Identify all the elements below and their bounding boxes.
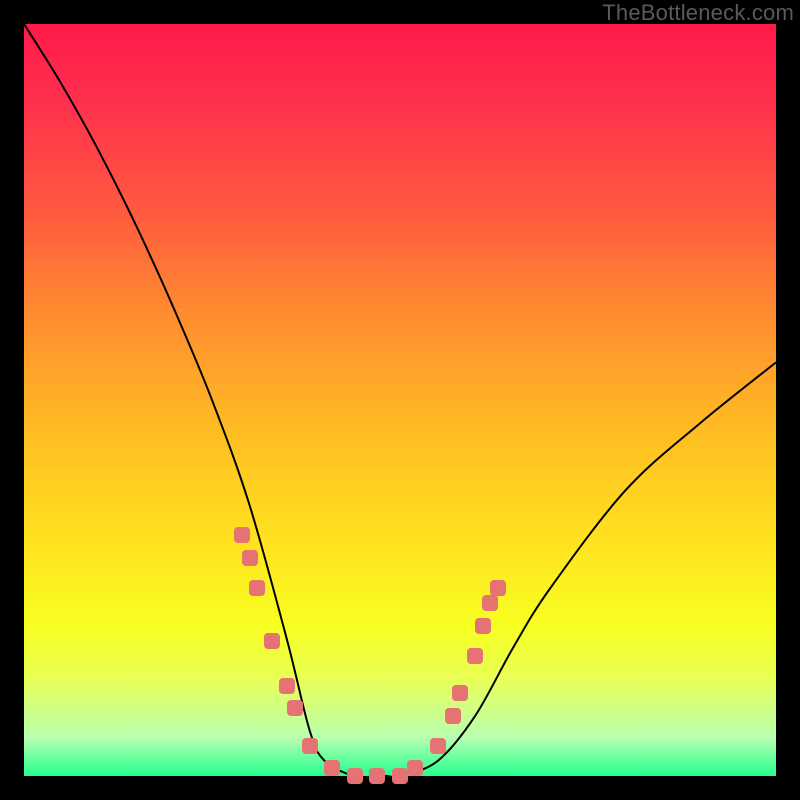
watermark-label: TheBottleneck.com bbox=[602, 0, 794, 26]
curve-marker bbox=[347, 768, 363, 784]
curve-marker bbox=[287, 700, 303, 716]
curve-marker bbox=[279, 678, 295, 694]
curve-marker bbox=[302, 738, 318, 754]
curve-marker bbox=[452, 685, 468, 701]
curve-marker bbox=[324, 760, 340, 776]
curve-marker bbox=[242, 550, 258, 566]
curve-marker bbox=[392, 768, 408, 784]
curve-marker bbox=[249, 580, 265, 596]
curve-marker bbox=[264, 633, 280, 649]
curve-marker bbox=[369, 768, 385, 784]
chart-plot-area bbox=[24, 24, 776, 776]
curve-marker bbox=[445, 708, 461, 724]
curve-marker bbox=[407, 760, 423, 776]
curve-marker bbox=[467, 648, 483, 664]
curve-marker bbox=[490, 580, 506, 596]
curve-marker bbox=[234, 527, 250, 543]
curve-marker bbox=[482, 595, 498, 611]
curve-marker bbox=[430, 738, 446, 754]
bottleneck-curve bbox=[24, 24, 776, 776]
curve-marker bbox=[475, 618, 491, 634]
